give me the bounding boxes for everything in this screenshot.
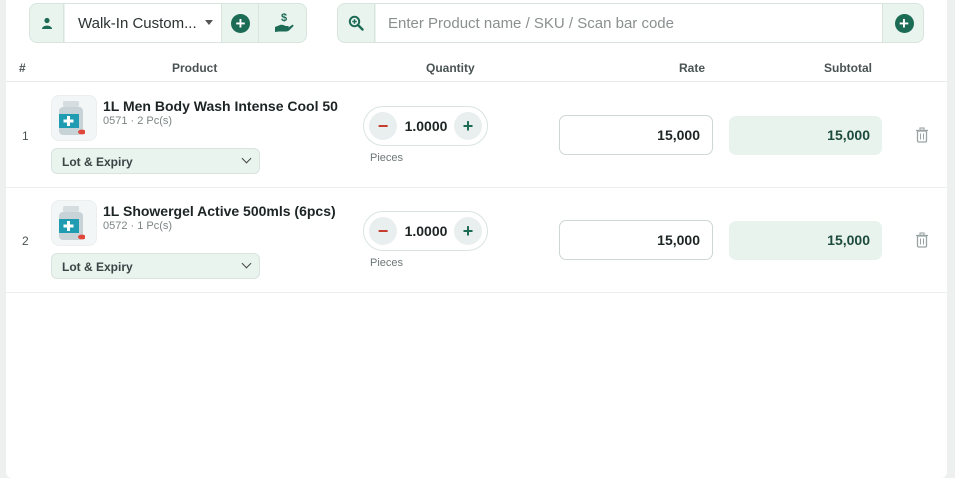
decrease-qty-button[interactable]: − bbox=[369, 217, 397, 245]
medicine-bottle-icon bbox=[59, 101, 85, 135]
chevron-down-icon bbox=[241, 258, 252, 269]
table-header: # Product Quantity Rate Subtotal bbox=[6, 55, 947, 82]
hand-money-icon: $ bbox=[274, 12, 294, 32]
plus-circle-icon: + bbox=[894, 13, 914, 33]
product-meta: 0571 · 2 Pc(s) bbox=[103, 115, 173, 127]
add-customer-button[interactable]: + bbox=[223, 4, 259, 42]
col-quantity: Quantity bbox=[426, 61, 475, 75]
trash-icon[interactable] bbox=[915, 232, 929, 248]
product-name: 1L Showergel Active 500mls (6pcs) bbox=[103, 203, 336, 219]
quantity-stepper: − 1.0000 + bbox=[363, 211, 488, 251]
product-search-group: + bbox=[337, 3, 924, 43]
increase-qty-button[interactable]: + bbox=[454, 112, 482, 140]
product-thumbnail bbox=[51, 95, 97, 141]
product-name: 1L Men Body Wash Intense Cool 50 bbox=[103, 98, 338, 114]
rate-input[interactable]: 15,000 bbox=[559, 115, 713, 155]
product-search-input[interactable] bbox=[376, 4, 883, 42]
col-num: # bbox=[19, 61, 26, 75]
decrease-qty-button[interactable]: − bbox=[369, 112, 397, 140]
svg-text:$: $ bbox=[280, 12, 286, 24]
col-subtotal: Subtotal bbox=[824, 61, 872, 75]
add-product-button[interactable]: + bbox=[884, 4, 923, 42]
search-icon-button[interactable] bbox=[338, 4, 375, 42]
subtotal-value: 15,000 bbox=[729, 221, 882, 260]
payment-button[interactable]: $ bbox=[260, 4, 306, 42]
row-number: 1 bbox=[22, 129, 29, 143]
rate-input[interactable]: 15,000 bbox=[559, 220, 713, 260]
table-row: 1 1L Men Body Wash Intense Cool 50 0571 … bbox=[6, 83, 947, 188]
chevron-down-icon bbox=[241, 153, 252, 164]
customer-user-button[interactable] bbox=[30, 4, 64, 42]
caret-down-icon bbox=[205, 20, 213, 25]
increase-qty-button[interactable]: + bbox=[454, 217, 482, 245]
lot-expiry-label: Lot & Expiry bbox=[62, 155, 133, 169]
user-icon bbox=[41, 17, 52, 29]
subtotal-value: 15,000 bbox=[729, 116, 882, 155]
quantity-unit: Pieces bbox=[370, 152, 404, 164]
lot-expiry-label: Lot & Expiry bbox=[62, 260, 133, 274]
quantity-value[interactable]: 1.0000 bbox=[398, 223, 454, 239]
quantity-stepper: − 1.0000 + bbox=[363, 106, 488, 146]
customer-group: Walk-In Custom... + $ bbox=[29, 3, 307, 43]
zoom-search-icon bbox=[348, 15, 364, 31]
lot-expiry-select[interactable]: Lot & Expiry bbox=[51, 253, 260, 279]
trash-icon[interactable] bbox=[915, 127, 929, 143]
lot-expiry-select[interactable]: Lot & Expiry bbox=[51, 148, 260, 174]
customer-select[interactable]: Walk-In Custom... bbox=[65, 4, 222, 42]
col-product: Product bbox=[172, 61, 218, 75]
quantity-unit: Pieces bbox=[370, 257, 404, 269]
col-rate: Rate bbox=[679, 61, 706, 75]
row-number: 2 bbox=[22, 234, 29, 248]
quantity-value[interactable]: 1.0000 bbox=[398, 118, 454, 134]
table-row: 2 1L Showergel Active 500mls (6pcs) 0572… bbox=[6, 188, 947, 293]
product-meta: 0572 · 1 Pc(s) bbox=[103, 220, 173, 232]
customer-select-value: Walk-In Custom... bbox=[78, 14, 197, 32]
plus-circle-icon: + bbox=[231, 13, 250, 33]
medicine-bottle-icon bbox=[59, 206, 85, 240]
product-thumbnail bbox=[51, 200, 97, 246]
pos-panel: Walk-In Custom... + $ + # bbox=[6, 0, 947, 478]
